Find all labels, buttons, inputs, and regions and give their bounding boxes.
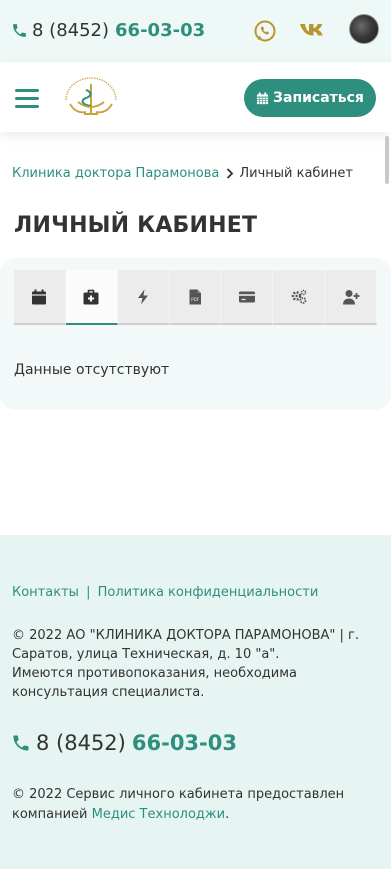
book-button-label: Записаться [273,90,364,106]
phone-icon [13,735,29,751]
phone-number: 66-03-03 [115,20,206,41]
copyright-text: © 2022 АО "КЛИНИКА ДОКТОРА ПАРАМОНОВА" |… [12,626,382,702]
empty-data-message: Данные отсутствуют [14,362,170,378]
svg-text:PDF: PDF [191,297,199,302]
phone-icon [13,24,26,37]
site-footer: Контакты | Политика конфиденциальности ©… [0,535,391,869]
breadcrumb-current: Личный кабинет [239,166,353,181]
user-avatar[interactable] [349,14,379,44]
tab-medical-records[interactable] [65,270,118,325]
menu-burger-icon[interactable] [15,89,39,108]
copyright-line-2: Имеются противопоказания, необходима кон… [12,666,297,700]
contacts-link[interactable]: Контакты [12,585,79,600]
top-contact-bar: 8 (8452) 66-03-03 [0,0,391,62]
account-tabs: PDF [14,270,378,325]
clinic-logo[interactable] [60,74,122,120]
whatsapp-icon[interactable] [253,19,277,43]
vk-icon[interactable] [299,21,327,41]
footer-phone-prefix: 8 (8452) [36,731,126,755]
footer-phone-number: 66-03-03 [131,731,237,755]
pdf-file-icon: PDF [189,289,201,304]
page-title: ЛИЧНЫЙ КАБИНЕТ [14,213,258,238]
service-credit-end: . [225,807,230,822]
calendar-icon [32,289,47,304]
tab-add-user[interactable] [325,270,378,325]
chevron-right-icon [227,168,234,179]
site-header: Записаться [0,62,391,132]
service-credit: © 2022 Сервис личного кабинета предостав… [12,785,382,825]
tab-documents[interactable]: PDF [169,270,222,325]
privacy-policy-link[interactable]: Политика конфиденциальности [98,585,319,600]
tab-appointments[interactable] [14,270,66,325]
add-user-icon [342,289,360,304]
footer-phone-link[interactable]: 8 (8452) 66-03-03 [11,731,237,755]
copyright-line-1: © 2022 АО "КЛИНИКА ДОКТОРА ПАРАМОНОВА" |… [12,628,359,662]
breadcrumb: Клиника доктора Парамонова Личный кабине… [12,166,353,181]
gears-icon [291,289,307,304]
account-panel: PDF Данные отсутствуют [0,258,391,410]
book-appointment-button[interactable]: Записаться [244,79,376,117]
link-divider: | [86,585,91,600]
tab-settings[interactable] [273,270,326,325]
phone-prefix: 8 (8452) [32,20,110,41]
lightning-icon [138,289,149,304]
calendar-icon [256,91,269,104]
page-scrollbar[interactable] [385,136,389,184]
medical-kit-icon [83,289,99,304]
tab-services[interactable] [117,270,170,325]
breadcrumb-home-link[interactable]: Клиника доктора Парамонова [12,166,219,181]
tab-payments[interactable] [221,270,274,325]
top-phone-link[interactable]: 8 (8452) 66-03-03 [11,20,205,41]
credit-card-icon [238,291,255,302]
service-company-link[interactable]: Медис Технолоджи [92,807,225,822]
footer-links: Контакты | Политика конфиденциальности [12,585,318,600]
